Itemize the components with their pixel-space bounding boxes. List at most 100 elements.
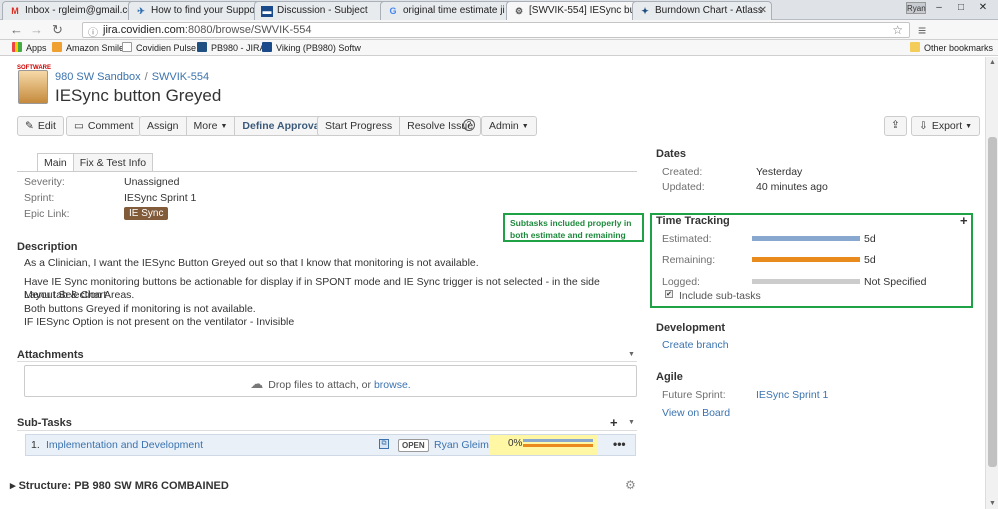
drop-text: Drop files to attach, or [268, 379, 372, 391]
updated-value: 40 minutes ago [756, 181, 828, 193]
page-title: IESync button Greyed [55, 86, 222, 105]
development-heading[interactable]: Development [656, 322, 725, 334]
bookmark-viking[interactable]: Viking (PB980) Softw [262, 42, 361, 53]
browser-tab-issue[interactable]: ⚙ [SWVIK-554] IESync butt ✕ [506, 1, 646, 20]
tab-fix-test-info[interactable]: Fix & Test Info [72, 153, 154, 172]
bookmark-apps[interactable]: Apps [12, 42, 47, 53]
log-work-icon[interactable]: + [960, 213, 968, 228]
tab-main[interactable]: Main [37, 153, 74, 172]
workflow-button-group: Assign More ▼ Define Approvals [139, 116, 337, 136]
url-field[interactable]: ⓘ jira.covidien.com:8080/browse/SWVIK-55… [82, 22, 910, 39]
dates-heading[interactable]: Dates [656, 148, 686, 160]
edit-button[interactable]: ✎ Edit [17, 116, 64, 136]
export-icon: ⇩ [919, 120, 928, 132]
menu-icon[interactable]: ≡ [918, 22, 926, 38]
epic-link-badge[interactable]: IE Sync [124, 207, 169, 220]
bookmark-pb980-jira[interactable]: PB980 - JIRA [197, 42, 266, 53]
project-avatar[interactable]: SOFTWARE [17, 65, 51, 104]
attachments-heading[interactable]: Attachments [17, 349, 84, 361]
profile-button[interactable]: Ryan [906, 2, 926, 14]
sprint-value[interactable]: IESync Sprint 1 [124, 192, 196, 204]
create-branch-link[interactable]: Create branch [662, 339, 729, 351]
chevron-down-icon[interactable]: ▼ [628, 351, 635, 358]
browser-tab-burndown[interactable]: ✦ Burndown Chart - Atlass ✕ [632, 1, 772, 20]
more-button[interactable]: More ▼ [187, 117, 236, 135]
breadcrumb-project-link[interactable]: 980 SW Sandbox [55, 71, 141, 83]
breadcrumb-issue-key-link[interactable]: SWVIK-554 [152, 71, 209, 83]
attachment-drop-zone[interactable]: ☁ Drop files to attach, or browse. [24, 365, 637, 397]
google-icon: G [389, 6, 397, 16]
agile-heading[interactable]: Agile [656, 371, 683, 383]
estimated-label: Estimated: [662, 233, 712, 245]
minimize-icon[interactable]: – [928, 1, 950, 15]
gear-icon[interactable]: ⚙ [625, 478, 636, 492]
table-row[interactable]: 1. Implementation and Development ⧉ OPEN… [25, 434, 636, 456]
structure-section-toggle[interactable]: ▸ Structure: PB 980 SW MR6 COMBAINED [10, 479, 229, 492]
subtask-number: 1. [31, 439, 40, 451]
browse-link[interactable]: browse. [374, 379, 411, 391]
jira-icon [197, 42, 207, 52]
button-label: More [193, 120, 218, 132]
bookmark-amazon[interactable]: Amazon Smile [52, 42, 124, 53]
button-label: Edit [37, 120, 56, 132]
tab-label: Discussion - Subject [277, 5, 368, 16]
export-button[interactable]: ⇩ Export ▼ [911, 116, 981, 136]
logged-label: Logged: [662, 276, 700, 288]
chevron-down-icon[interactable]: ▼ [628, 419, 635, 426]
tab-label: Inbox - rgleim@gmail.co [25, 5, 133, 16]
updated-label: Updated: [662, 181, 705, 193]
tab-label: [SWVIK-554] IESync butt [529, 5, 641, 16]
pencil-icon: ✎ [25, 120, 34, 132]
page-icon [122, 42, 132, 52]
window-close-icon[interactable]: ✕ [972, 1, 994, 15]
more-actions-icon[interactable]: ••• [613, 437, 626, 451]
share-icon: ⇪ [891, 119, 900, 131]
subtask-assignee-link[interactable]: Ryan Gleim [434, 439, 489, 451]
scroll-up-icon[interactable]: ▲ [989, 59, 996, 66]
tab-label: How to find your Suppor [151, 5, 259, 16]
bookmark-star-icon[interactable]: ☆ [892, 23, 903, 37]
browser-tab-support[interactable]: ✈ How to find your Suppor ✕ [128, 1, 268, 20]
page-info-icon[interactable]: ⓘ [88, 24, 98, 39]
share-button[interactable]: ⇪ [884, 116, 907, 136]
view-on-board-link[interactable]: View on Board [662, 407, 730, 419]
back-icon[interactable]: ← [10, 22, 23, 38]
admin-button[interactable]: Admin ▼ [481, 116, 537, 136]
add-subtask-icon[interactable]: + [610, 415, 618, 430]
button-label: Admin [489, 120, 519, 132]
scrollbar-thumb[interactable] [988, 137, 997, 467]
bookmark-other[interactable]: Other bookmarks [910, 42, 993, 53]
comment-button[interactable]: ▭ Comment [66, 116, 142, 136]
bookmark-label: Covidien Pulse [136, 43, 197, 53]
browser-tab-discussion[interactable]: ▬ Discussion - Subject ✕ [254, 1, 394, 20]
description-heading[interactable]: Description [17, 241, 78, 253]
progress-remaining-bar [523, 444, 593, 447]
chevron-right-icon: ▸ [10, 480, 19, 492]
bookmark-covidien[interactable]: Covidien Pulse [122, 42, 196, 53]
description-line: IF IESync Option is not present on the v… [24, 316, 295, 328]
bookmark-label: Other bookmarks [924, 43, 994, 53]
start-progress-button[interactable]: Start Progress [318, 117, 401, 135]
maximize-icon[interactable]: □ [950, 1, 972, 15]
reload-icon[interactable]: ↻ [52, 22, 63, 38]
page-scrollbar[interactable]: ▲ ▼ [985, 57, 998, 509]
folder-icon [910, 42, 920, 52]
time-tracking-heading[interactable]: Time Tracking [656, 215, 730, 227]
future-sprint-link[interactable]: IESync Sprint 1 [756, 389, 828, 401]
issue-tabs: Main Fix & Test Info [37, 153, 154, 172]
status-badge: OPEN [398, 439, 429, 452]
jira-icon: ⚙ [514, 6, 524, 16]
chevron-down-icon: ▼ [965, 123, 973, 130]
browser-tab-gmail[interactable]: M Inbox - rgleim@gmail.co ✕ [2, 1, 142, 20]
include-subtasks-checkbox[interactable]: ✔ [665, 290, 673, 298]
assign-button[interactable]: Assign [140, 117, 187, 135]
discussion-icon: ▬ [261, 6, 273, 17]
close-icon[interactable]: ✕ [759, 5, 767, 16]
severity-value[interactable]: Unassigned [124, 176, 179, 188]
subtask-summary-link[interactable]: Implementation and Development [46, 439, 203, 451]
scroll-down-icon[interactable]: ▼ [989, 500, 996, 507]
help-icon[interactable]: ? [463, 119, 475, 131]
browser-tab-google[interactable]: G original time estimate ji ✕ [380, 1, 520, 20]
subtasks-heading[interactable]: Sub-Tasks [17, 417, 72, 429]
forward-icon[interactable]: → [30, 22, 43, 38]
